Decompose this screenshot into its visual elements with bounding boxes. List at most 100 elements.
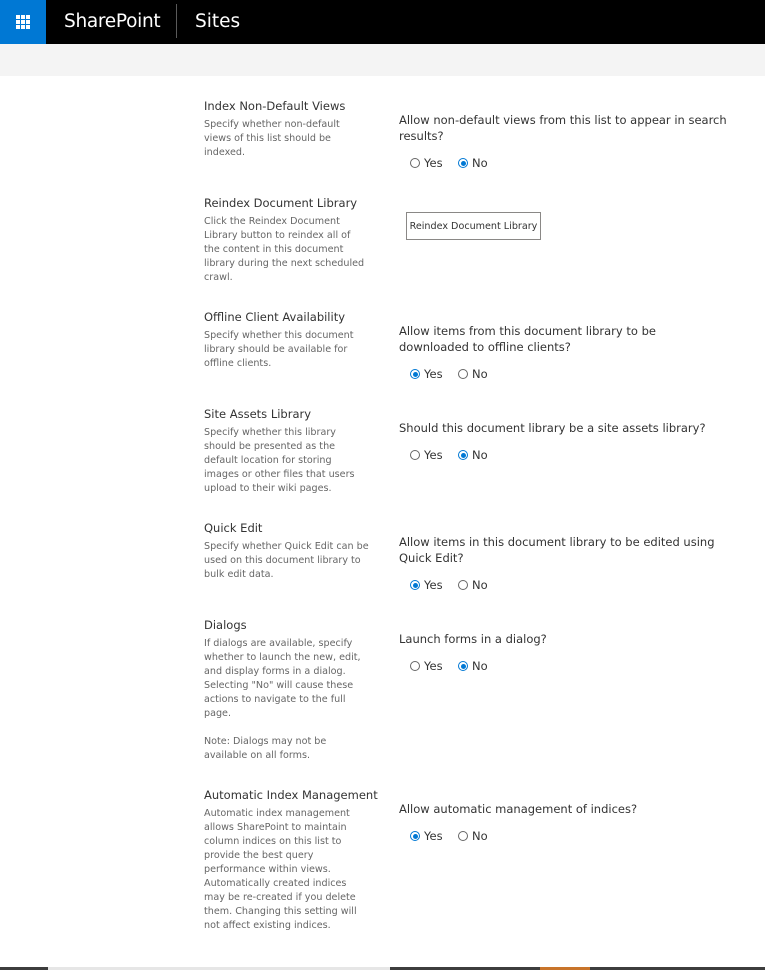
radio-selected-icon[interactable] <box>458 661 468 671</box>
text-line: offline clients. <box>204 358 272 369</box>
radio-selected-icon[interactable] <box>410 580 420 590</box>
radio-unselected-icon[interactable] <box>458 580 468 590</box>
section-question: Allow items from this document library t… <box>399 323 656 355</box>
radio-label: No <box>472 578 488 592</box>
text-line: performance within views. <box>204 864 331 875</box>
text-line: the content in this document <box>204 244 344 255</box>
section-title: Dialogs <box>204 618 247 632</box>
section-title: Reindex Document Library <box>204 196 358 210</box>
radio-unselected-icon[interactable] <box>458 369 468 379</box>
text-line: default location for storing <box>204 455 332 466</box>
text-line: library should be available for <box>204 344 348 355</box>
radio-option-yes[interactable]: Yes <box>410 447 443 463</box>
text-line: Library button to reindex all of <box>204 230 351 241</box>
radio-unselected-icon[interactable] <box>458 831 468 841</box>
text-line: not affect existing indices. <box>204 920 331 931</box>
radio-label: No <box>472 367 488 381</box>
text-line: indexed. <box>204 147 245 158</box>
text-line: available on all forms. <box>204 750 311 761</box>
waffle-icon <box>16 15 30 29</box>
section-description: Specify whether Quick Edit can be used on… <box>204 540 369 582</box>
radio-option-yes[interactable]: Yes <box>410 658 443 674</box>
app-name-link[interactable]: SharePoint <box>64 0 161 44</box>
text-line: Allow items from this document library t… <box>399 324 656 338</box>
radio-option-yes[interactable]: Yes <box>410 366 443 382</box>
radio-label: Yes <box>424 156 443 170</box>
text-line: crawl. <box>204 272 233 283</box>
radio-option-yes[interactable]: Yes <box>410 577 443 593</box>
section-title: Quick Edit <box>204 521 263 535</box>
text-line: Note: Dialogs may not be <box>204 736 327 747</box>
text-line: them. Changing this setting will <box>204 906 357 917</box>
suite-navigation-bar: SharePoint Sites <box>0 0 765 44</box>
text-line: may be re-created if you delete <box>204 892 356 903</box>
radio-option-no[interactable]: No <box>458 828 488 844</box>
section-title: Site Assets Library <box>204 407 312 421</box>
radio-label: Yes <box>424 829 443 843</box>
text-line: Specify whether this document <box>204 330 354 341</box>
section-question: Allow items in this document library to … <box>399 534 715 566</box>
text-line: allows SharePoint to maintain <box>204 822 347 833</box>
text-line: images or other files that users <box>204 469 355 480</box>
text-line: Launch forms in a dialog? <box>399 632 547 646</box>
section-title: Index Non-Default Views <box>204 99 346 113</box>
section-description: Specify whether non-default views of this… <box>204 118 364 160</box>
radio-unselected-icon[interactable] <box>410 661 420 671</box>
radio-option-yes[interactable]: Yes <box>410 155 443 171</box>
reindex-document-library-button[interactable]: Reindex Document Library <box>406 212 541 240</box>
radio-option-yes[interactable]: Yes <box>410 828 443 844</box>
text-line: Should this document library be a site a… <box>399 421 706 435</box>
section-question: Should this document library be a site a… <box>399 420 706 436</box>
radio-option-no[interactable]: No <box>458 155 488 171</box>
text-line: Specify whether this library <box>204 427 336 438</box>
section-question: Allow non-default views from this list t… <box>399 112 727 144</box>
text-line: upload to their wiki pages. <box>204 483 332 494</box>
text-line: Allow automatic management of indices? <box>399 802 638 816</box>
radio-unselected-icon[interactable] <box>410 158 420 168</box>
section-question: Launch forms in a dialog? <box>399 631 547 647</box>
text-line: actions to navigate to the full <box>204 694 346 705</box>
radio-selected-icon[interactable] <box>458 450 468 460</box>
radio-label: No <box>472 829 488 843</box>
radio-label: Yes <box>424 659 443 673</box>
text-line: should be presented as the <box>204 441 336 452</box>
text-line: Automatic index management <box>204 808 350 819</box>
radio-label: Yes <box>424 448 443 462</box>
radio-label: No <box>472 448 488 462</box>
text-line: Specify whether non-default <box>204 119 340 130</box>
radio-label: No <box>472 659 488 673</box>
text-line: results? <box>399 129 444 143</box>
text-line: Allow non-default views from this list t… <box>399 113 727 127</box>
text-line: and display forms in a dialog. <box>204 666 346 677</box>
text-line: Allow items in this document library to … <box>399 535 715 549</box>
text-line: whether to launch the new, edit, <box>204 652 361 663</box>
text-line: Click the Reindex Document <box>204 216 340 227</box>
radio-label: Yes <box>424 367 443 381</box>
site-title-link[interactable]: Sites <box>195 0 240 44</box>
radio-selected-icon[interactable] <box>458 158 468 168</box>
radio-option-no[interactable]: No <box>458 577 488 593</box>
radio-unselected-icon[interactable] <box>410 450 420 460</box>
text-line: Automatically created indices <box>204 878 347 889</box>
text-line <box>204 721 364 735</box>
text-line: Specify whether Quick Edit can be <box>204 541 369 552</box>
radio-option-no[interactable]: No <box>458 658 488 674</box>
section-question: Allow automatic management of indices? <box>399 801 637 817</box>
text-line: If dialogs are available, specify <box>204 638 353 649</box>
header-divider <box>176 4 177 38</box>
radio-label: No <box>472 156 488 170</box>
text-line: used on this document library to <box>204 555 361 566</box>
command-bar <box>0 44 765 76</box>
radio-option-no[interactable]: No <box>458 447 488 463</box>
radio-selected-icon[interactable] <box>410 831 420 841</box>
section-description: Specify whether this library should be pr… <box>204 426 364 496</box>
text-line: Selecting "No" will cause these <box>204 680 354 691</box>
radio-selected-icon[interactable] <box>410 369 420 379</box>
section-description: If dialogs are available, specify whether… <box>204 637 364 763</box>
app-launcher-button[interactable] <box>0 0 46 44</box>
text-line: column indices on this list to <box>204 836 342 847</box>
text-line: bulk edit data. <box>204 569 274 580</box>
radio-option-no[interactable]: No <box>458 366 488 382</box>
text-line: views of this list should be <box>204 133 331 144</box>
section-description: Click the Reindex Document Library button… <box>204 215 364 285</box>
